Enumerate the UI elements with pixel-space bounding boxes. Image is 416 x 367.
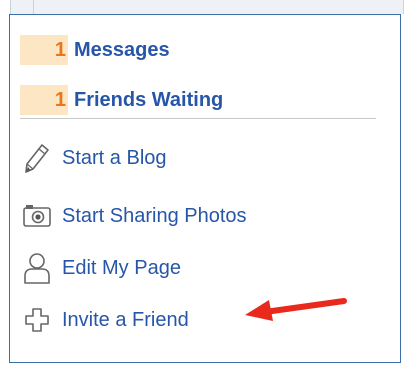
panel-edge-line	[33, 0, 34, 14]
friends-waiting-row[interactable]: 1 Friends Waiting	[20, 84, 223, 116]
start-sharing-photos-label: Start Sharing Photos	[62, 204, 247, 227]
messages-row[interactable]: 1 Messages	[20, 34, 170, 66]
edit-my-page-link[interactable]: Edit My Page	[20, 250, 181, 286]
messages-count-badge: 1	[20, 35, 68, 65]
friends-waiting-count: 1	[54, 88, 66, 111]
divider	[20, 118, 376, 119]
invite-friend-link[interactable]: Invite a Friend	[20, 302, 189, 338]
invite-friend-label: Invite a Friend	[62, 308, 189, 331]
previous-panel-edge	[10, 0, 404, 14]
red-arrow-icon	[245, 298, 347, 321]
edit-my-page-label: Edit My Page	[62, 256, 181, 279]
start-blog-link[interactable]: Start a Blog	[20, 140, 167, 176]
camera-icon	[20, 200, 54, 232]
friends-waiting-link[interactable]: Friends Waiting	[74, 89, 223, 112]
friends-waiting-count-badge: 1	[20, 85, 68, 115]
start-sharing-photos-link[interactable]: Start Sharing Photos	[20, 198, 247, 234]
messages-link[interactable]: Messages	[74, 39, 170, 62]
start-blog-label: Start a Blog	[62, 146, 167, 169]
person-icon	[20, 252, 54, 284]
messages-count: 1	[54, 38, 66, 61]
plus-icon	[20, 304, 54, 336]
stage: 1 Messages 1 Friends Waiting Start a Blo…	[0, 0, 416, 367]
pencil-icon	[20, 142, 54, 174]
